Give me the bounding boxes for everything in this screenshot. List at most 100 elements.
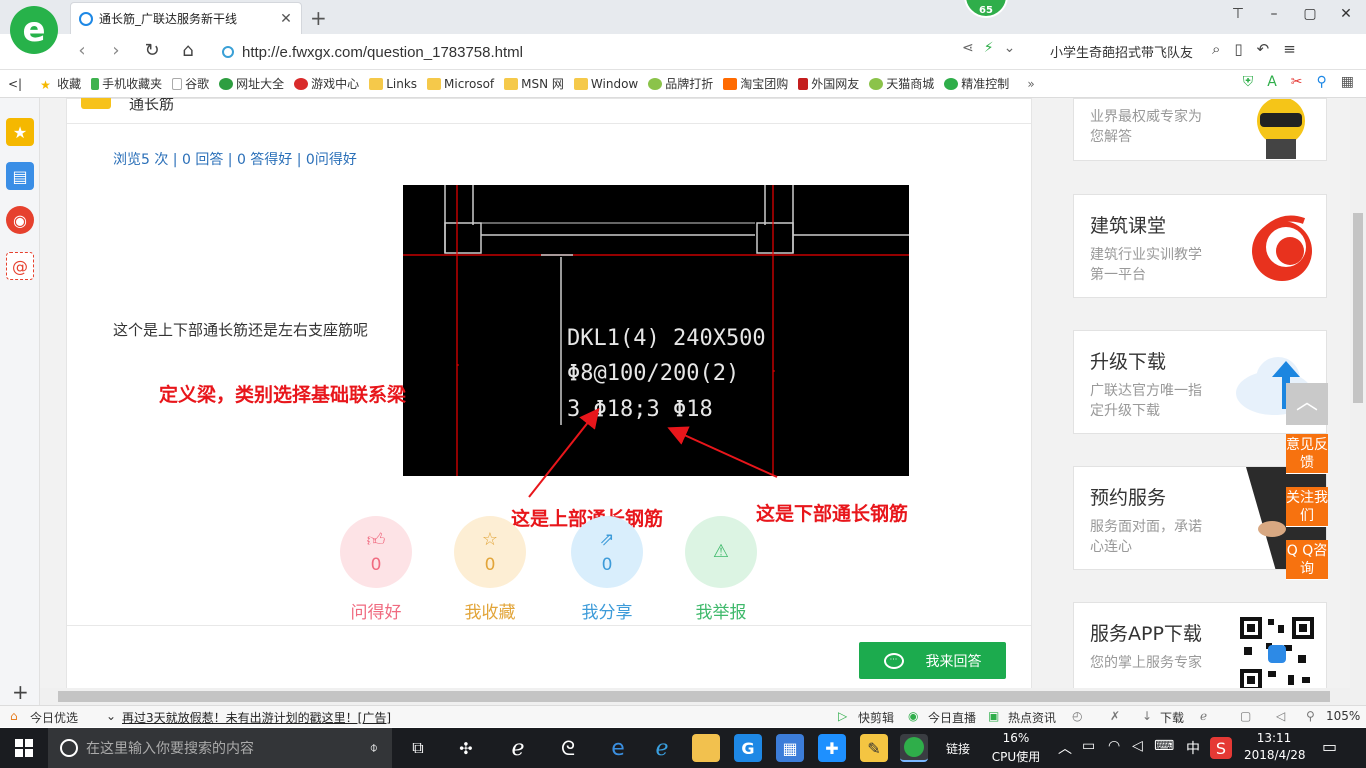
- menu-icon[interactable]: ≡: [1283, 40, 1296, 58]
- action-label[interactable]: 我举报: [665, 598, 777, 623]
- start-button[interactable]: [0, 728, 48, 768]
- tools-icon[interactable]: ✗: [1110, 709, 1120, 723]
- bookmark-item[interactable]: 手机收藏夹: [91, 75, 162, 92]
- card-building-class[interactable]: 建筑课堂 建筑行业实训教学第一平台: [1073, 194, 1327, 298]
- weibo-icon[interactable]: ◉: [6, 206, 34, 234]
- window-icon[interactable]: ▢: [1240, 709, 1251, 723]
- bookmark-item[interactable]: 网址大全: [219, 75, 284, 92]
- tab-close-icon[interactable]: ✕: [279, 11, 293, 27]
- bookmarks-collapse-icon[interactable]: <|: [8, 77, 22, 91]
- task-view-icon[interactable]: ⧉: [404, 734, 432, 762]
- action-good-question[interactable]: 👍︎ 0 问得好: [340, 516, 412, 623]
- bookmark-item[interactable]: ★ 收藏: [40, 75, 81, 92]
- phone-icon[interactable]: ▯: [1234, 40, 1242, 58]
- ime-indicator[interactable]: 中: [1186, 738, 1200, 758]
- scissors-icon[interactable]: ✂: [1291, 74, 1303, 90]
- reading-list-icon[interactable]: ▤: [6, 162, 34, 190]
- mail-icon[interactable]: @: [6, 252, 34, 280]
- edge-icon[interactable]: e: [604, 734, 632, 762]
- back-icon[interactable]: ‹: [70, 40, 94, 61]
- internet-explorer-icon[interactable]: ℯ: [648, 734, 676, 762]
- bookmark-item[interactable]: Microsof: [427, 77, 494, 91]
- score-badge[interactable]: 65: [964, 0, 1008, 18]
- action-favorite[interactable]: ☆ 0 我收藏: [454, 516, 526, 623]
- maximize-button[interactable]: ▢: [1298, 6, 1322, 22]
- translate-icon[interactable]: A: [1267, 74, 1277, 90]
- minimize-button[interactable]: –: [1262, 6, 1286, 22]
- microphone-icon[interactable]: ⌽: [370, 740, 378, 756]
- action-circle[interactable]: 👍︎ 0: [340, 516, 412, 588]
- chevron-down-icon[interactable]: ⌄: [106, 709, 116, 723]
- ad-link[interactable]: 再过3天就放假惹！未有出游计划的戳这里！[广告]: [122, 709, 391, 726]
- calendar-app-icon[interactable]: ▦: [776, 734, 804, 762]
- swirl-app-icon[interactable]: ᘓ: [554, 734, 582, 762]
- browser-mini-icon[interactable]: ℯ: [1200, 709, 1207, 723]
- bookmark-item[interactable]: MSN 网: [504, 75, 564, 92]
- clock-date[interactable]: 2018/4/28: [1244, 748, 1306, 762]
- bookmark-item[interactable]: 游戏中心: [294, 75, 359, 92]
- volume-icon[interactable]: ◁: [1276, 709, 1285, 723]
- volume-tray-icon[interactable]: ◁: [1132, 738, 1143, 754]
- card-expert[interactable]: 业界最权威专家为您解答: [1073, 98, 1327, 161]
- notifications-icon[interactable]: ▭: [1322, 737, 1337, 756]
- action-circle[interactable]: ⚠: [685, 516, 757, 588]
- hot-news[interactable]: 热点资讯: [1008, 709, 1056, 726]
- bookmark-item[interactable]: 精准控制: [944, 75, 1009, 92]
- network-icon[interactable]: ▭: [1082, 738, 1095, 754]
- ie-icon[interactable]: ℯ: [504, 734, 532, 762]
- tray-expand-icon[interactable]: ︿: [1058, 738, 1072, 758]
- action-label[interactable]: 我收藏: [434, 598, 546, 623]
- links-toolbar[interactable]: 链接: [946, 740, 970, 757]
- quick-clip[interactable]: 快剪辑: [858, 709, 894, 726]
- action-circle[interactable]: ⇗ 0: [571, 516, 643, 588]
- action-label[interactable]: 问得好: [320, 598, 432, 623]
- bookmark-item[interactable]: Links: [369, 77, 417, 91]
- action-report[interactable]: ⚠ 我举报: [685, 516, 757, 623]
- bookmark-item[interactable]: 外国网友: [798, 75, 859, 92]
- bookmark-item[interactable]: Window: [573, 77, 638, 91]
- g-app-icon[interactable]: G: [734, 734, 762, 762]
- answer-button[interactable]: ··· 我来回答: [859, 642, 1006, 679]
- share-page-icon[interactable]: ⋖: [962, 40, 974, 56]
- refresh-icon[interactable]: ↻: [140, 40, 164, 61]
- speed-icon[interactable]: ◴: [1072, 709, 1082, 723]
- sogou-ime-icon[interactable]: S: [1210, 737, 1232, 759]
- bookmarks-more-icon[interactable]: »: [1027, 77, 1034, 91]
- card-app-download[interactable]: 服务APP下载 您的掌上服务专家: [1073, 602, 1327, 688]
- new-tab-button[interactable]: +: [310, 6, 327, 30]
- browser-tab[interactable]: 通长筋_广联达服务新干线 ✕: [70, 2, 302, 34]
- favorites-star-icon[interactable]: ★: [6, 118, 34, 146]
- search-icon[interactable]: ⌕: [1212, 40, 1220, 58]
- url-field[interactable]: http://e.fwxgx.com/question_1783758.html: [222, 39, 992, 65]
- zoom-level[interactable]: 105%: [1326, 709, 1360, 723]
- notes-app-icon[interactable]: ✎: [860, 734, 888, 762]
- browser-active-icon[interactable]: [900, 734, 928, 762]
- forward-icon[interactable]: ›: [104, 40, 128, 61]
- today-picks[interactable]: 今日优选: [30, 709, 78, 726]
- dropdown-icon[interactable]: ⌄: [1004, 40, 1016, 56]
- add-sidebar-icon[interactable]: +: [12, 680, 29, 704]
- scroll-thumb[interactable]: [1353, 213, 1363, 403]
- action-share[interactable]: ⇗ 0 我分享: [571, 516, 643, 623]
- scroll-thumb[interactable]: [58, 691, 1330, 702]
- bookmark-item[interactable]: 淘宝团购: [723, 75, 788, 92]
- action-label[interactable]: 我分享: [551, 598, 663, 623]
- feedback-button[interactable]: 意见反馈: [1286, 434, 1328, 474]
- taskbar-search[interactable]: 在这里输入你要搜索的内容 ⌽: [48, 728, 392, 768]
- browser-logo-icon[interactable]: e: [10, 6, 58, 54]
- url-text[interactable]: http://e.fwxgx.com/question_1783758.html: [242, 44, 523, 61]
- search-suggestion[interactable]: 小学生奇葩招式带飞队友: [1050, 42, 1193, 61]
- bookmark-item[interactable]: 谷歌: [172, 75, 209, 92]
- grid-icon[interactable]: ▦: [1341, 74, 1354, 90]
- keyboard-icon[interactable]: ⌨: [1154, 738, 1174, 754]
- bookmark-item[interactable]: 品牌打折: [648, 75, 713, 92]
- download-label[interactable]: 下载: [1160, 709, 1184, 726]
- undo-icon[interactable]: ↶: [1257, 40, 1270, 58]
- bookmark-item[interactable]: 天猫商城: [869, 75, 934, 92]
- clock-time[interactable]: 13:11: [1244, 731, 1304, 745]
- shield-icon[interactable]: ⛨: [1243, 74, 1254, 90]
- vertical-scrollbar[interactable]: [1350, 98, 1366, 705]
- close-window-button[interactable]: ✕: [1334, 6, 1358, 22]
- home-icon[interactable]: ⌂: [176, 40, 200, 61]
- plus-app-icon[interactable]: ✚: [818, 734, 846, 762]
